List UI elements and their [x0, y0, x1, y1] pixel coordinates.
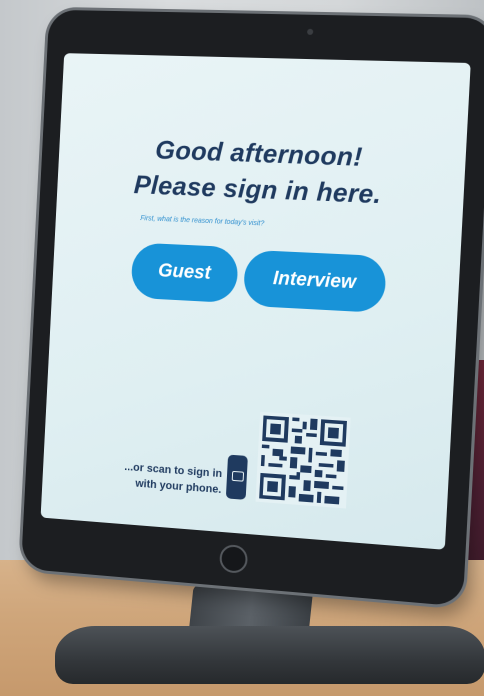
camera-glyph	[231, 470, 245, 482]
home-button[interactable]	[219, 543, 249, 575]
tablet-device: Good afternoon! Please sign in here. Fir…	[20, 9, 484, 607]
qr-code[interactable]	[255, 407, 351, 514]
scan-instruction: ...or scan to sign in with your phone.	[99, 457, 222, 498]
camera-icon	[306, 28, 314, 35]
kiosk-screen: Good afternoon! Please sign in here. Fir…	[40, 53, 471, 550]
reason-prompt: First, what is the reason for today's vi…	[140, 215, 265, 228]
interview-button[interactable]: Interview	[242, 249, 387, 314]
stand-base	[55, 626, 484, 684]
guest-button[interactable]: Guest	[130, 242, 239, 304]
phone-icon	[225, 454, 248, 500]
